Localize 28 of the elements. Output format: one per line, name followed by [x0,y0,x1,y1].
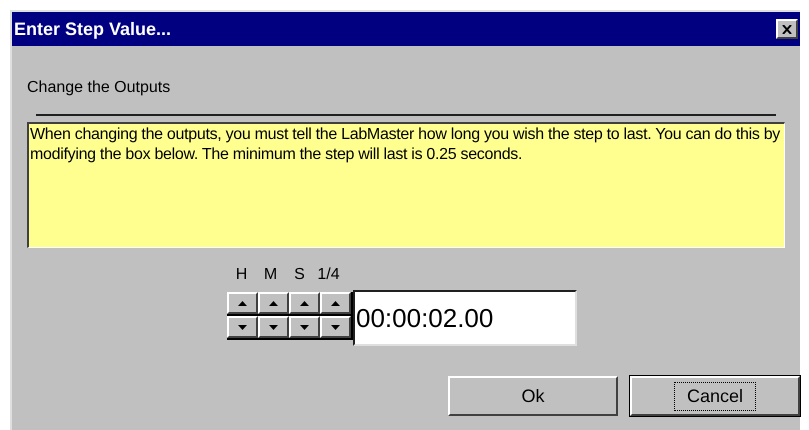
increment-button[interactable] [258,292,289,314]
dialog-button[interactable]: Cancel [630,376,800,416]
up-arrow-icon [238,300,247,306]
dialog-button[interactable]: Ok [448,376,618,416]
decrement-button[interactable] [320,316,351,338]
up-arrow-icon [269,300,278,306]
decrement-button[interactable] [258,316,289,338]
unit-label: M [262,265,278,285]
down-arrow-icon [300,324,309,330]
up-arrow-icon [331,300,340,306]
down-arrow-icon [238,324,247,330]
unit-label: H [234,265,248,285]
decrement-button[interactable] [289,316,320,338]
info-text: When changing the outputs, you must tell the LabMaster how long you wish the step to last. You can do this by modifying the box below. The minimum the step will last is 0.25 seconds. [27,122,785,248]
window-title: Enter Step Value... [14,18,172,41]
increment-button[interactable] [227,292,258,314]
up-arrow-icon [300,300,309,306]
increment-button[interactable] [289,292,320,314]
close-icon [782,24,792,34]
unit-label: 1/4 [316,265,341,285]
close-button[interactable] [776,19,798,39]
time-field[interactable]: 00:00:02.00 [353,290,577,346]
section-label: Change the Outputs [27,79,170,96]
decrement-button[interactable] [227,316,258,338]
unit-label: S [293,265,306,285]
down-arrow-icon [269,324,278,330]
down-arrow-icon [331,324,340,330]
increment-button[interactable] [320,292,351,314]
